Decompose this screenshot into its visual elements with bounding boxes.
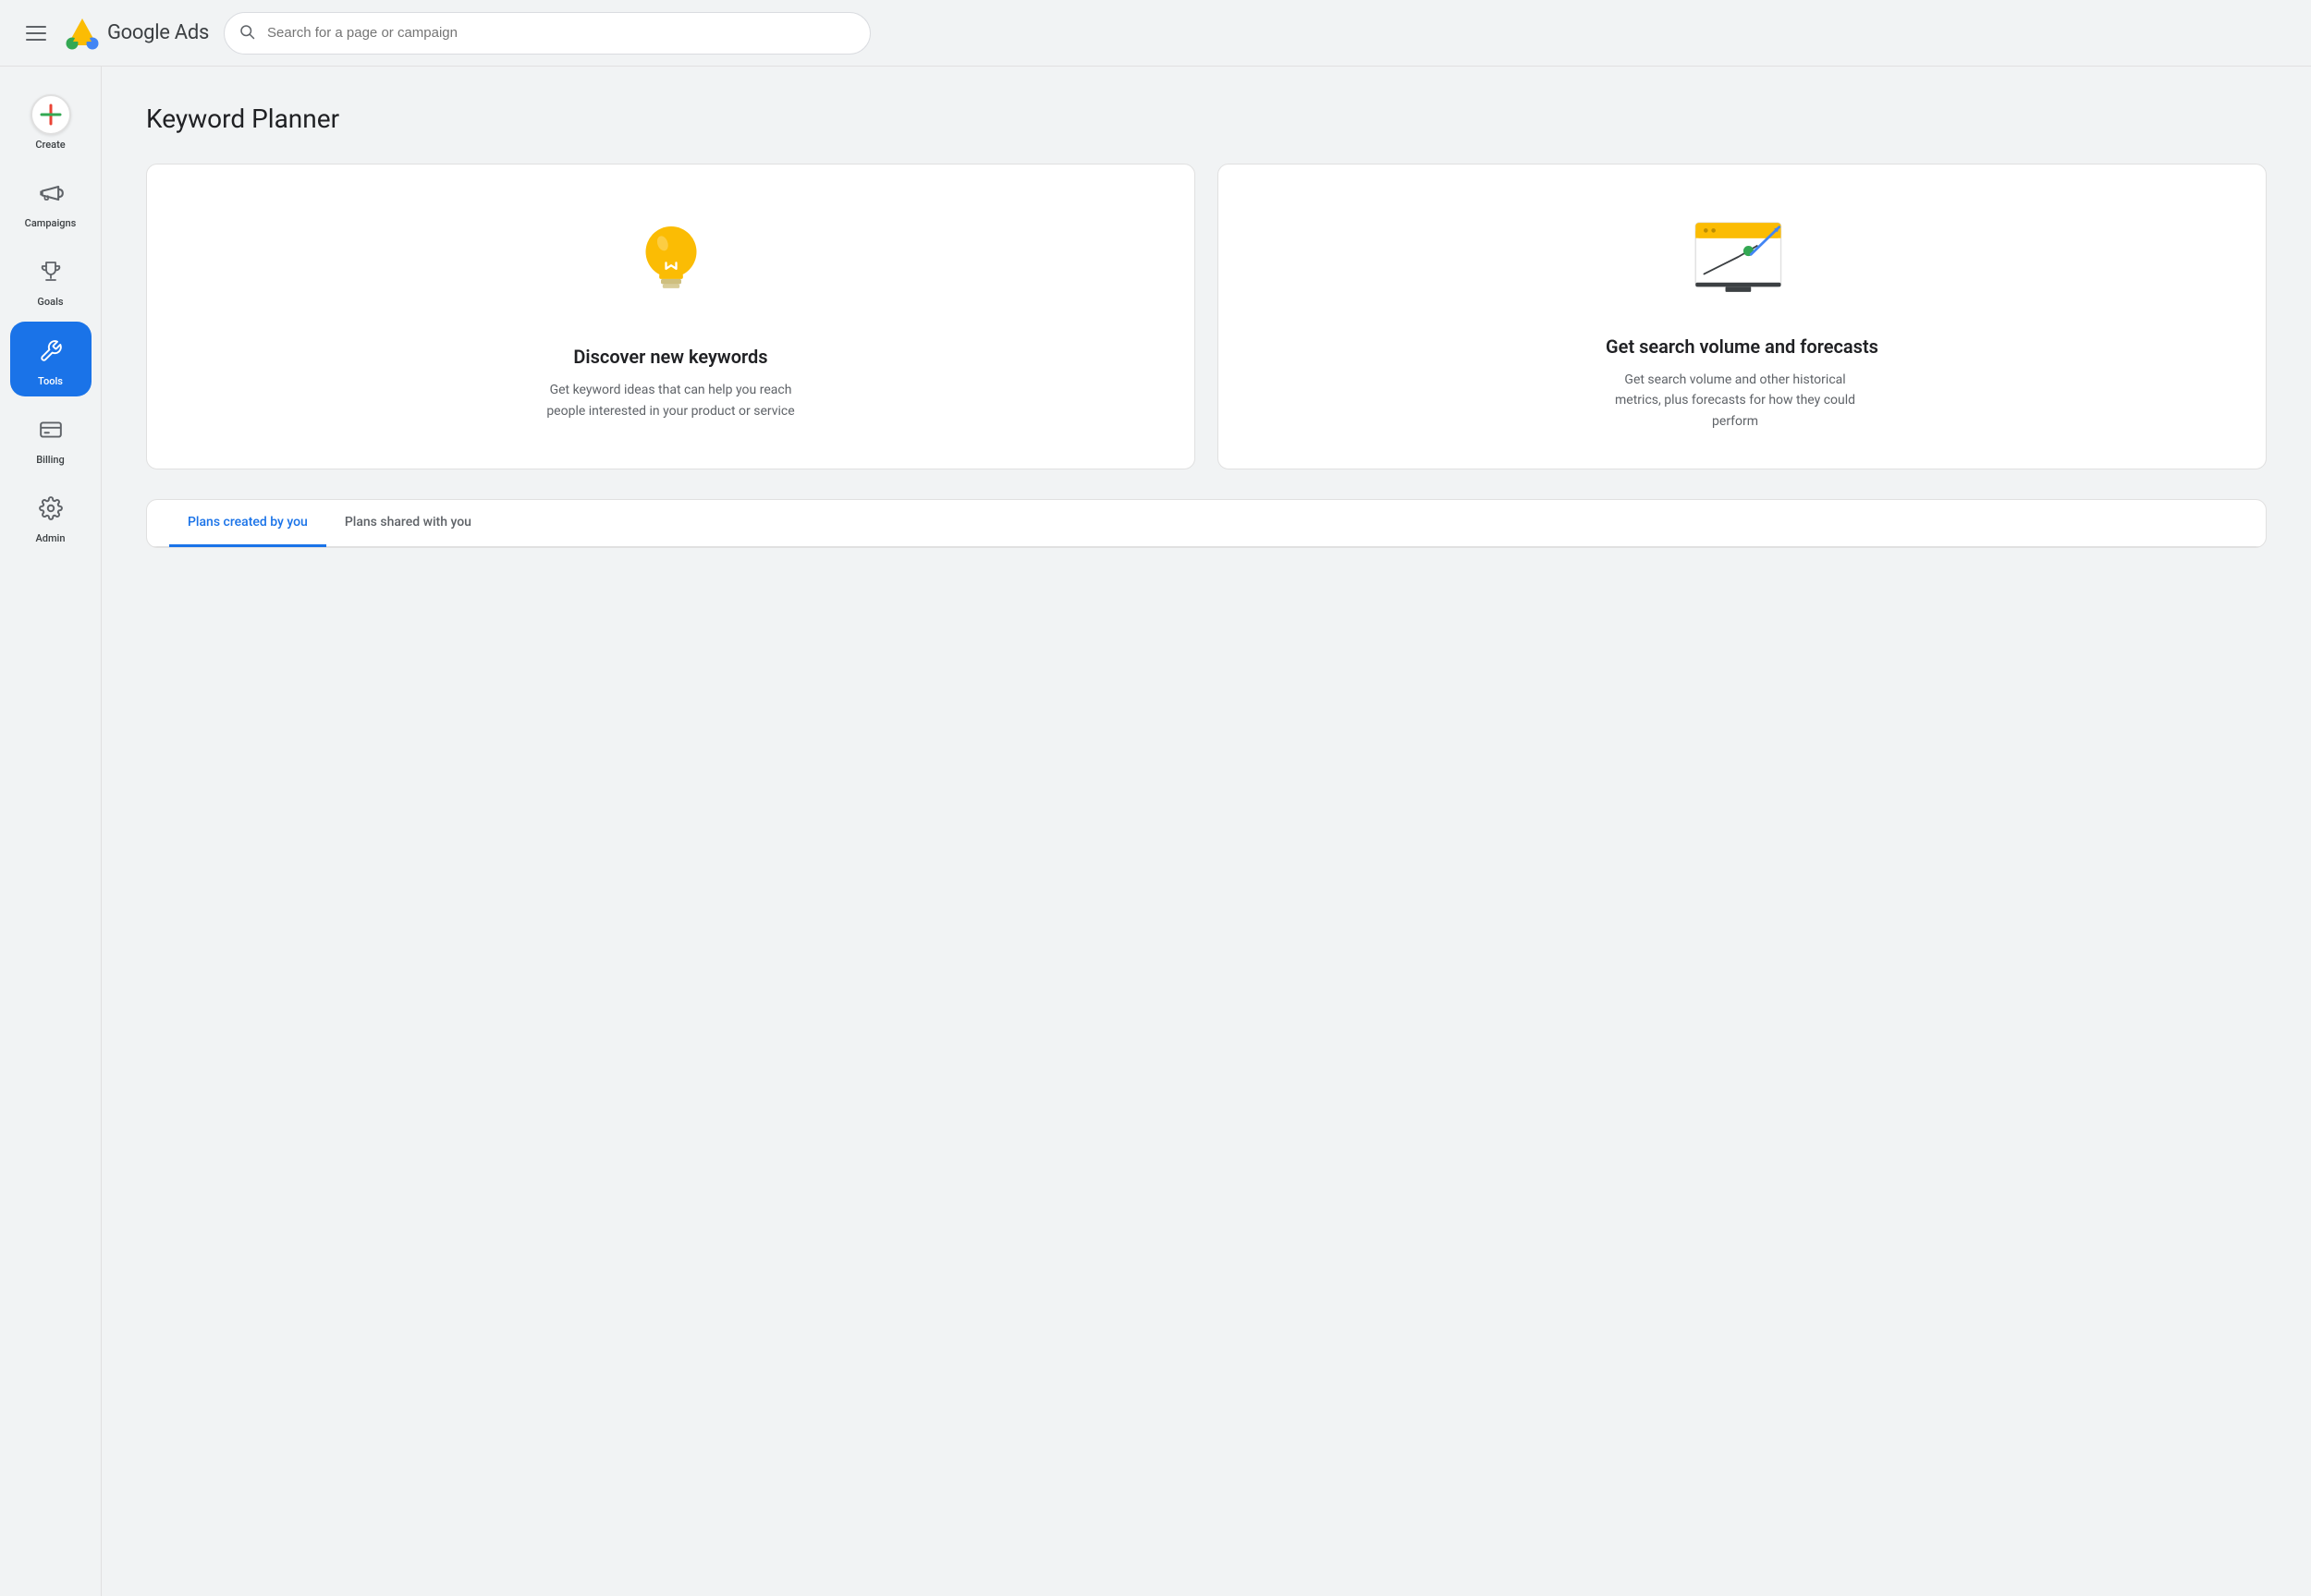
create-icon: [31, 94, 71, 135]
header: Google Ads: [0, 0, 2311, 67]
forecasts-card-desc: Get search volume and other historical m…: [1606, 370, 1865, 432]
cards-row: Discover new keywords Get keyword ideas …: [146, 164, 2267, 469]
plans-section: Plans created by you Plans shared with y…: [146, 499, 2267, 548]
app-title: Google Ads: [107, 21, 209, 44]
chart-icon: [1687, 201, 1798, 312]
sidebar-item-billing[interactable]: Billing: [10, 400, 92, 475]
header-left: Google Ads: [18, 16, 209, 51]
lightbulb-icon: [616, 212, 727, 323]
discover-keywords-card[interactable]: Discover new keywords Get keyword ideas …: [146, 164, 1195, 469]
hamburger-line-1: [26, 26, 46, 28]
sidebar-item-create[interactable]: Create: [10, 85, 92, 160]
forecasts-card-title: Get search volume and forecasts: [1606, 335, 1878, 359]
sidebar-campaigns-label: Campaigns: [25, 217, 77, 229]
sidebar-admin-label: Admin: [35, 532, 65, 544]
campaigns-icon: [31, 173, 71, 213]
search-bar-container: [224, 12, 871, 55]
tab-plans-created-by-you[interactable]: Plans created by you: [169, 500, 326, 547]
discover-card-desc: Get keyword ideas that can help you reac…: [542, 380, 801, 421]
goals-icon: [31, 251, 71, 292]
hamburger-line-3: [26, 39, 46, 41]
page-title: Keyword Planner: [146, 104, 2267, 134]
discover-card-title: Discover new keywords: [542, 345, 801, 369]
sidebar-create-label: Create: [35, 139, 65, 151]
sidebar-billing-label: Billing: [36, 454, 65, 466]
plus-colored-icon: [39, 103, 63, 127]
sidebar-item-tools[interactable]: Tools: [10, 322, 92, 396]
discover-card-content: Discover new keywords Get keyword ideas …: [542, 345, 801, 421]
hamburger-line-2: [26, 32, 46, 34]
tab-plans-shared-with-you[interactable]: Plans shared with you: [326, 500, 490, 547]
tabs-row: Plans created by you Plans shared with y…: [147, 500, 2266, 547]
hamburger-menu-button[interactable]: [18, 18, 54, 48]
google-ads-logo-icon: [65, 16, 100, 51]
main-content: Keyword Planner: [102, 67, 2311, 1596]
sidebar: Create Campaigns Goals: [0, 67, 102, 1596]
sidebar-tools-label: Tools: [38, 375, 63, 387]
search-input[interactable]: [224, 12, 871, 55]
google-ads-logo-link[interactable]: Google Ads: [65, 16, 209, 51]
layout: Create Campaigns Goals: [0, 67, 2311, 1596]
forecasts-card-content: Get search volume and forecasts Get sear…: [1606, 335, 1878, 432]
admin-icon: [31, 488, 71, 529]
forecasts-card[interactable]: Get search volume and forecasts Get sear…: [1217, 164, 2267, 469]
sidebar-item-admin[interactable]: Admin: [10, 479, 92, 554]
sidebar-item-goals[interactable]: Goals: [10, 242, 92, 317]
billing-icon: [31, 409, 71, 450]
tools-icon: [31, 331, 71, 372]
search-icon: [238, 23, 255, 43]
sidebar-item-campaigns[interactable]: Campaigns: [10, 164, 92, 238]
sidebar-goals-label: Goals: [37, 296, 63, 308]
